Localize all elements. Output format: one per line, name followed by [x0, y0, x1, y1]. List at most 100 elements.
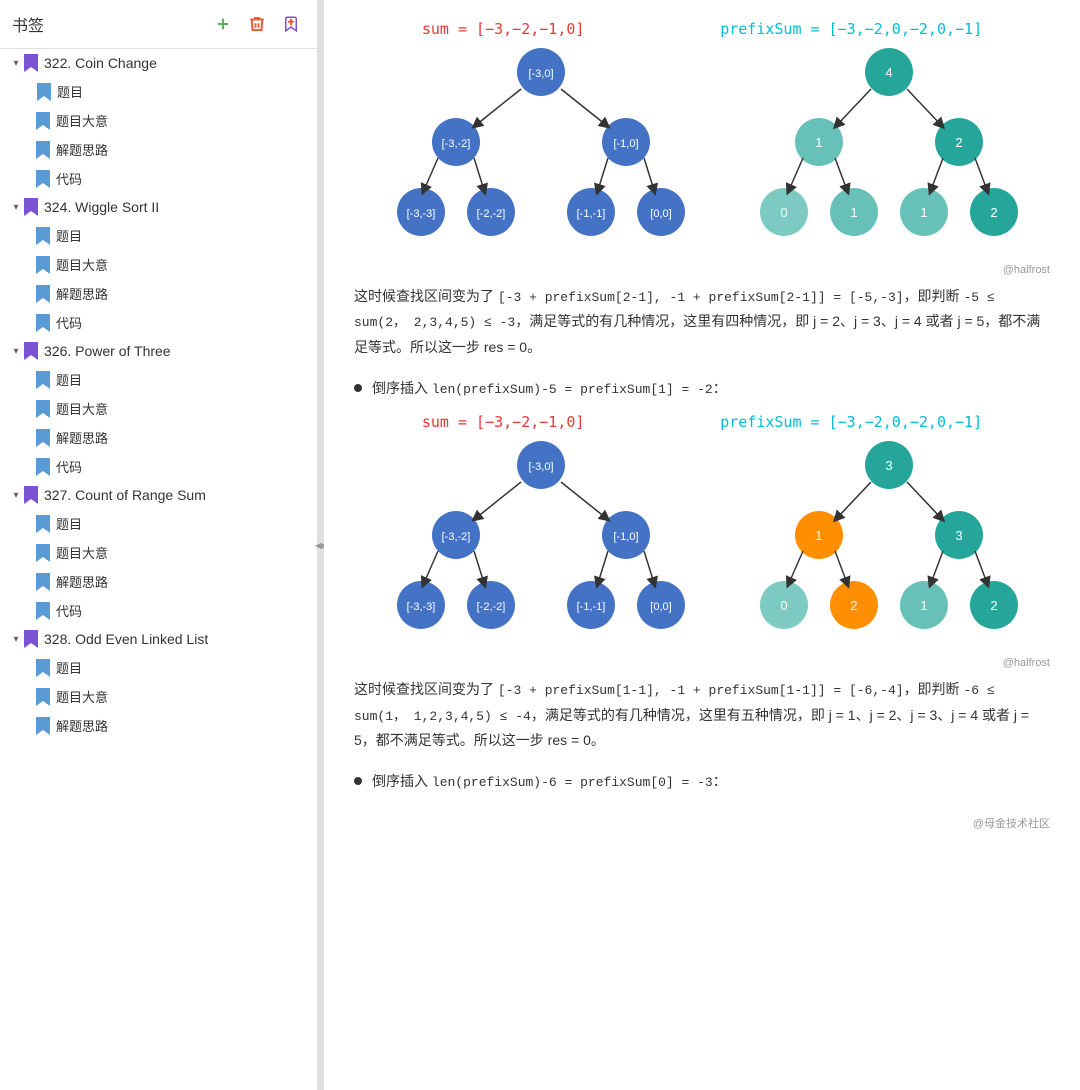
- label-328: 328. Odd Even Linked List: [44, 631, 208, 647]
- bullet-dot-1: [354, 384, 362, 392]
- svg-text:1: 1: [815, 528, 822, 543]
- bullet-dot-2: [354, 777, 362, 785]
- label-322-代码: 代码: [56, 169, 82, 188]
- sidebar-item-324[interactable]: ▾ 324. Wiggle Sort II: [0, 193, 317, 221]
- svg-text:2: 2: [955, 135, 962, 150]
- svg-text:4: 4: [885, 65, 892, 80]
- svg-text:[-2,-2]: [-2,-2]: [476, 601, 505, 613]
- code-1a: [-3 + prefixSum[2-1], -1 + prefixSum[2-1…: [498, 290, 904, 305]
- sidebar-item-322-解题[interactable]: 解题思路: [0, 135, 317, 164]
- sidebar-item-326-解题[interactable]: 解题思路: [0, 423, 317, 452]
- svg-text:2: 2: [850, 598, 857, 613]
- svg-text:[0,0]: [0,0]: [650, 601, 671, 613]
- children-324: 题目 题目大意 解题思路 代码: [0, 221, 317, 337]
- svg-text:1: 1: [815, 135, 822, 150]
- left-tree-1: [-3,0] [-3,-2] [-1,0] [-3,-3] [-2,-2] [-…: [386, 42, 696, 262]
- bullet-text-2: 倒序插入 len(prefixSum)-6 = prefixSum[0] = -…: [372, 769, 727, 794]
- toggle-324[interactable]: ▾: [8, 199, 24, 215]
- toggle-326[interactable]: ▾: [8, 343, 24, 359]
- sidebar-item-324-题目[interactable]: 题目: [0, 221, 317, 250]
- sidebar-item-327-解题[interactable]: 解题思路: [0, 567, 317, 596]
- svg-text:1: 1: [850, 205, 857, 220]
- sidebar-item-326-大意[interactable]: 题目大意: [0, 394, 317, 423]
- bullet-item-1: 倒序插入 len(prefixSum)-5 = prefixSum[1] = -…: [354, 376, 1050, 401]
- diagram-1-labels: sum = [−3,−2,−1,0] prefixSum = [−3,−2,0,…: [354, 20, 1050, 38]
- left-tree-2: [-3,0] [-3,-2] [-1,0] [-3,-3] [-2,-2] [-…: [386, 435, 696, 655]
- sidebar: 书签 ▾ 322. Coin Change 题目: [0, 0, 318, 1090]
- sidebar-item-324-大意[interactable]: 题目大意: [0, 250, 317, 279]
- diagram-section-2: sum = [−3,−2,−1,0] prefixSum = [−3,−2,0,…: [354, 413, 1050, 669]
- toggle-328[interactable]: ▾: [8, 631, 24, 647]
- label-324: 324. Wiggle Sort II: [44, 199, 159, 215]
- sidebar-item-326-题目[interactable]: 题目: [0, 365, 317, 394]
- label-326-题目: 题目: [56, 370, 82, 389]
- label-326-解题: 解题思路: [56, 428, 108, 447]
- sidebar-item-324-解题[interactable]: 解题思路: [0, 279, 317, 308]
- svg-text:[-1,0]: [-1,0]: [613, 531, 638, 543]
- text-block-2: 这时候查找区间变为了 [-3 + prefixSum[1-1], -1 + pr…: [354, 677, 1050, 753]
- label-327: 327. Count of Range Sum: [44, 487, 206, 503]
- sidebar-item-327[interactable]: ▾ 327. Count of Range Sum: [0, 481, 317, 509]
- svg-text:3: 3: [955, 528, 962, 543]
- sum-label-1: sum = [−3,−2,−1,0]: [422, 20, 585, 38]
- sidebar-item-327-大意[interactable]: 题目大意: [0, 538, 317, 567]
- label-324-大意: 题目大意: [56, 255, 108, 274]
- bookmark-settings-button[interactable]: [277, 10, 305, 38]
- svg-text:2: 2: [990, 205, 997, 220]
- bullet-text-1: 倒序插入 len(prefixSum)-5 = prefixSum[1] = -…: [372, 376, 727, 401]
- svg-text:[-2,-2]: [-2,-2]: [476, 208, 505, 220]
- sidebar-item-328-大意[interactable]: 题目大意: [0, 682, 317, 711]
- label-326-代码: 代码: [56, 457, 82, 476]
- sidebar-header: 书签: [0, 0, 317, 49]
- toggle-327[interactable]: ▾: [8, 487, 24, 503]
- sidebar-item-327-代码[interactable]: 代码: [0, 596, 317, 625]
- code-1c: len(prefixSum)-5 = prefixSum[1] = -2: [432, 382, 713, 397]
- sidebar-item-326[interactable]: ▾ 326. Power of Three: [0, 337, 317, 365]
- diagram-2-trees: [-3,0] [-3,-2] [-1,0] [-3,-3] [-2,-2] [-…: [354, 435, 1050, 655]
- label-322-解题: 解题思路: [56, 140, 108, 159]
- svg-text:[-3,0]: [-3,0]: [528, 461, 553, 473]
- prefix-label-1: prefixSum = [−3,−2,0,−2,0,−1]: [720, 20, 982, 38]
- add-bookmark-button[interactable]: [209, 10, 237, 38]
- label-322: 322. Coin Change: [44, 55, 157, 71]
- svg-text:0: 0: [780, 598, 787, 613]
- toggle-322[interactable]: ▾: [8, 55, 24, 71]
- sidebar-title: 书签: [12, 12, 44, 36]
- prefix-label-2: prefixSum = [−3,−2,0,−2,0,−1]: [720, 413, 982, 431]
- sidebar-item-324-代码[interactable]: 代码: [0, 308, 317, 337]
- sidebar-item-322-大意[interactable]: 题目大意: [0, 106, 317, 135]
- diagram-2-labels: sum = [−3,−2,−1,0] prefixSum = [−3,−2,0,…: [354, 413, 1050, 431]
- sidebar-item-328-题目[interactable]: 题目: [0, 653, 317, 682]
- label-327-大意: 题目大意: [56, 543, 108, 562]
- bottom-watermark: @母金技术社区: [354, 815, 1050, 831]
- svg-text:1: 1: [920, 598, 927, 613]
- svg-text:[-3,-3]: [-3,-3]: [406, 208, 435, 220]
- svg-text:[-3,-2]: [-3,-2]: [441, 531, 470, 543]
- sidebar-item-326-代码[interactable]: 代码: [0, 452, 317, 481]
- svg-text:[-3,0]: [-3,0]: [528, 68, 553, 80]
- sidebar-item-327-题目[interactable]: 题目: [0, 509, 317, 538]
- children-328: 题目 题目大意 解题思路: [0, 653, 317, 740]
- diagram-section-1: sum = [−3,−2,−1,0] prefixSum = [−3,−2,0,…: [354, 20, 1050, 276]
- label-328-题目: 题目: [56, 658, 82, 677]
- label-324-代码: 代码: [56, 313, 82, 332]
- children-327: 题目 题目大意 解题思路 代码: [0, 509, 317, 625]
- svg-text:[-1,-1]: [-1,-1]: [576, 601, 605, 613]
- delete-bookmark-button[interactable]: [243, 10, 271, 38]
- sidebar-item-322-代码[interactable]: 代码: [0, 164, 317, 193]
- sidebar-item-322-题目[interactable]: 题目: [0, 77, 317, 106]
- tree-section: ▾ 322. Coin Change 题目 题目大意 解题思路 代码: [0, 49, 317, 740]
- label-326-大意: 题目大意: [56, 399, 108, 418]
- right-tree-1: 4 1 2 0 1 1 2: [759, 42, 1019, 262]
- label-327-代码: 代码: [56, 601, 82, 620]
- sidebar-item-328[interactable]: ▾ 328. Odd Even Linked List: [0, 625, 317, 653]
- svg-text:[0,0]: [0,0]: [650, 208, 671, 220]
- label-328-大意: 题目大意: [56, 687, 108, 706]
- sidebar-item-322[interactable]: ▾ 322. Coin Change: [0, 49, 317, 77]
- sidebar-actions: [209, 10, 305, 38]
- main-content: sum = [−3,−2,−1,0] prefixSum = [−3,−2,0,…: [324, 0, 1080, 1090]
- svg-text:2: 2: [990, 598, 997, 613]
- label-322-题目: 题目: [57, 82, 83, 101]
- watermark-2: @halfrost: [354, 657, 1050, 669]
- sidebar-item-328-解题[interactable]: 解题思路: [0, 711, 317, 740]
